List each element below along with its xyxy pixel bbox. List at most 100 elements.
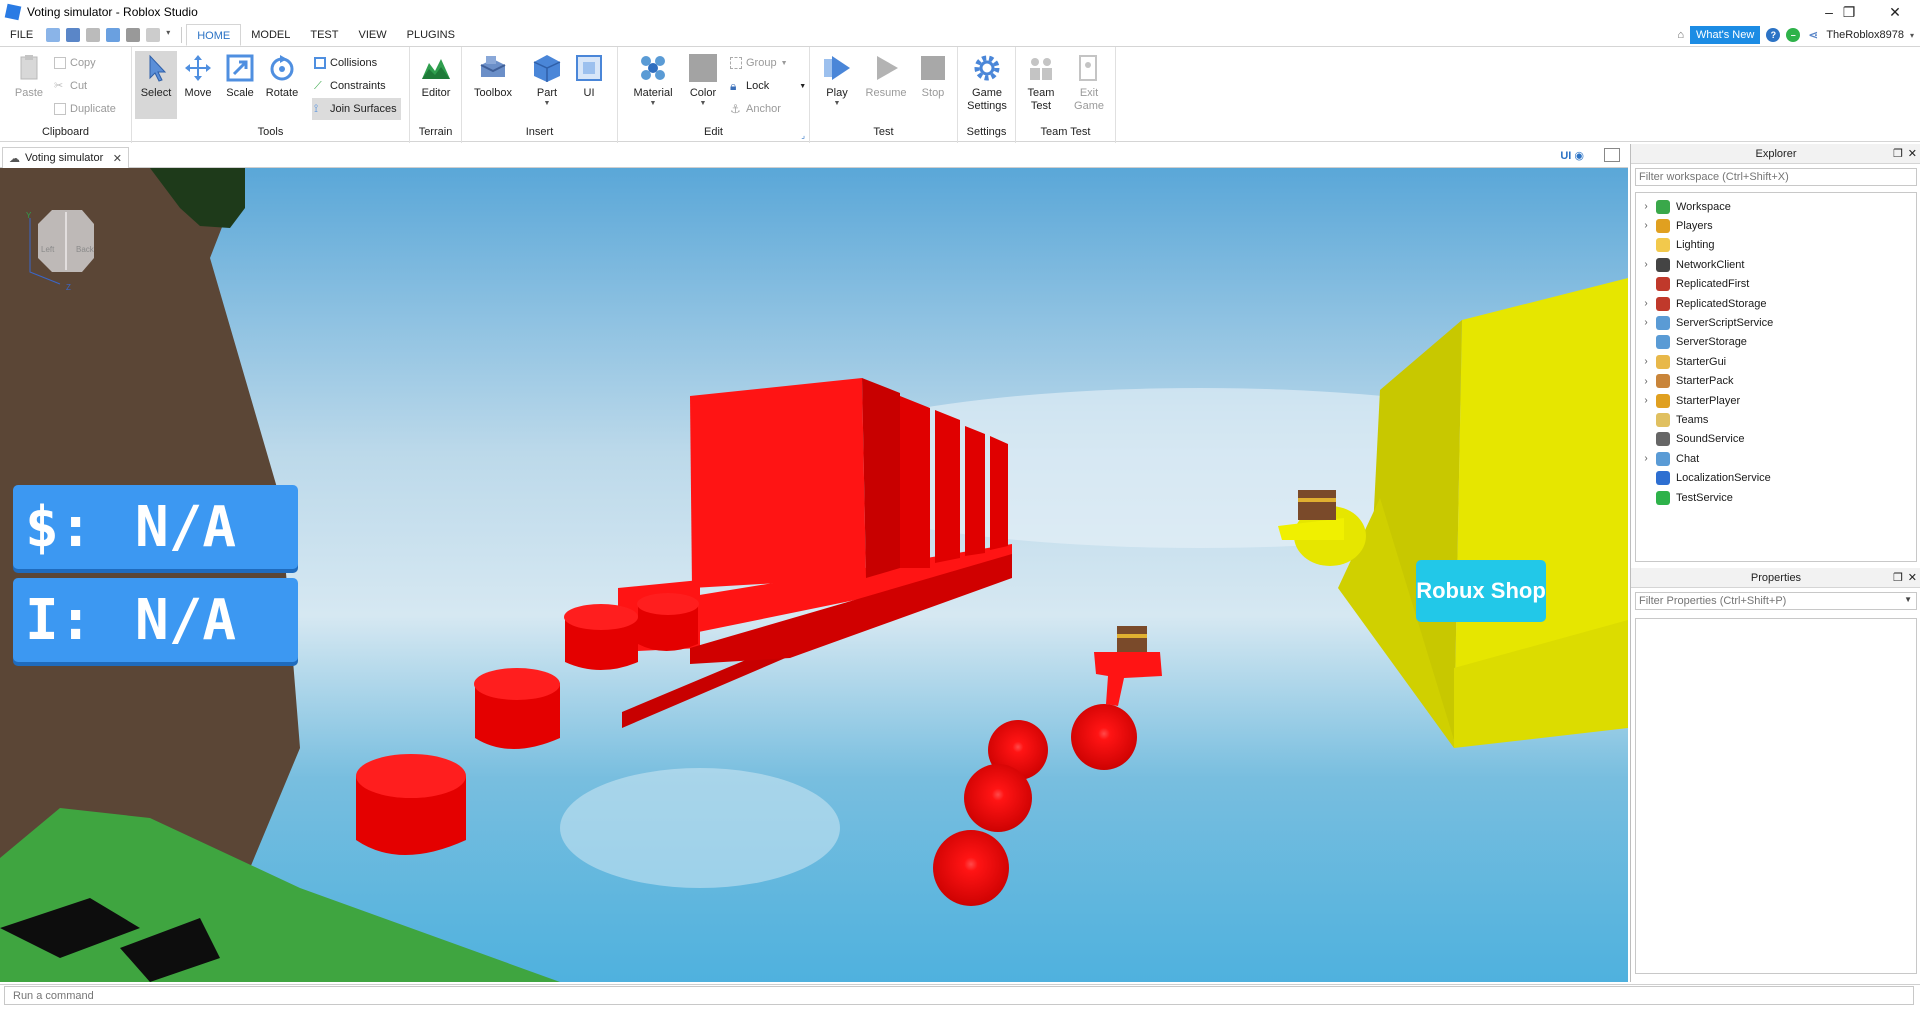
part-dropdown-icon[interactable]: ▼ <box>526 100 568 107</box>
color-button[interactable]: Color ▼ <box>682 51 724 117</box>
quick-access-dropdown-icon[interactable]: ▾ <box>166 28 175 42</box>
new-file-icon[interactable] <box>46 28 61 42</box>
document-tab-voting-simulator[interactable]: ☁ Voting simulator ✕ <box>2 147 129 168</box>
tab-test[interactable]: TEST <box>300 24 348 46</box>
paste-icon <box>14 53 44 83</box>
resume-button[interactable]: Resume <box>862 51 910 117</box>
explorer-item-localizationservice[interactable]: LocalizationService <box>1636 469 1771 488</box>
explorer-item-soundservice[interactable]: SoundService <box>1636 430 1745 449</box>
toolbox-icon <box>478 53 508 83</box>
explorer-item-players[interactable]: › Players <box>1636 216 1713 235</box>
explorer-item-replicatedstorage[interactable]: › ReplicatedStorage <box>1636 294 1767 313</box>
help-icon[interactable]: ? <box>1766 28 1781 42</box>
whats-new-button[interactable]: What's New <box>1689 26 1761 44</box>
publish-icon[interactable] <box>106 28 121 42</box>
explorer-item-teams[interactable]: Teams <box>1636 410 1708 429</box>
restore-button[interactable]: ❐ <box>1826 0 1872 24</box>
copy-button[interactable]: Copy <box>54 53 96 73</box>
explorer-item-starterpack[interactable]: › StarterPack <box>1636 372 1733 391</box>
move-tool-button[interactable]: Move <box>177 51 219 117</box>
material-button[interactable]: Material ▼ <box>628 51 678 117</box>
collisions-toggle[interactable]: Collisions <box>314 53 377 73</box>
redo-icon[interactable] <box>86 28 101 42</box>
explorer-item-serverstorage[interactable]: ServerStorage <box>1636 333 1747 352</box>
stop-button[interactable]: Stop <box>912 51 954 117</box>
command-input[interactable] <box>4 986 1914 1005</box>
color-dropdown-icon[interactable]: ▼ <box>682 100 724 107</box>
close-tab-icon[interactable]: ✕ <box>113 152 122 165</box>
expand-chevron-icon[interactable]: › <box>1636 453 1656 464</box>
play-button[interactable]: Play ▼ <box>816 51 858 117</box>
lock-dropdown-icon[interactable]: ▼ <box>799 83 806 90</box>
group-dropdown-icon[interactable]: ▼ <box>781 60 788 67</box>
explorer-filter-input[interactable] <box>1635 168 1917 186</box>
cut-button[interactable]: ✂ Cut <box>54 76 87 96</box>
explorer-item-workspace[interactable]: › Workspace <box>1636 197 1731 216</box>
tab-view[interactable]: VIEW <box>348 24 396 46</box>
robux-shop-button[interactable]: Robux Shop <box>1416 560 1546 622</box>
undo-icon[interactable] <box>146 28 161 42</box>
properties-filter-dropdown-icon[interactable]: ▼ <box>1904 595 1912 604</box>
expand-chevron-icon[interactable]: › <box>1636 298 1656 309</box>
save-icon[interactable] <box>126 28 141 42</box>
toolbox-button[interactable]: Toolbox <box>470 51 516 117</box>
expand-chevron-icon[interactable]: › <box>1636 395 1656 406</box>
collisions-icon <box>314 57 326 69</box>
group-button[interactable]: Group ▼ <box>730 53 788 73</box>
join-surfaces-toggle[interactable]: ⟟ Join Surfaces <box>312 98 401 120</box>
explorer-undock-icon[interactable]: ❐ <box>1893 144 1903 164</box>
explorer-item-replicatedfirst[interactable]: ReplicatedFirst <box>1636 275 1749 294</box>
expand-chevron-icon[interactable]: › <box>1636 259 1656 270</box>
open-icon[interactable] <box>66 28 81 42</box>
viewport-layout-icon[interactable] <box>1604 148 1620 162</box>
tab-plugins[interactable]: PLUGINS <box>397 24 465 46</box>
treasure-chest-icon <box>1117 626 1147 652</box>
expand-chevron-icon[interactable]: › <box>1636 356 1656 367</box>
explorer-item-label: ReplicatedStorage <box>1676 297 1767 310</box>
properties-filter-input[interactable] <box>1635 592 1917 610</box>
expand-chevron-icon[interactable]: › <box>1636 376 1656 387</box>
username[interactable]: TheRoblox8978 <box>1826 29 1904 41</box>
duplicate-button[interactable]: Duplicate <box>54 99 116 119</box>
status-icon[interactable]: – <box>1786 28 1801 42</box>
share-icon[interactable]: ⋖ <box>1806 28 1821 42</box>
terrain-icon <box>421 53 451 83</box>
explorer-item-chat[interactable]: › Chat <box>1636 449 1699 468</box>
close-button[interactable]: ✕ <box>1872 0 1918 24</box>
part-button[interactable]: Part ▼ <box>526 51 568 117</box>
play-dropdown-icon[interactable]: ▼ <box>816 100 858 107</box>
explorer-item-networkclient[interactable]: › NetworkClient <box>1636 255 1744 274</box>
explorer-item-starterplayer[interactable]: › StarterPlayer <box>1636 391 1740 410</box>
terrain-editor-button[interactable]: Editor <box>415 51 457 117</box>
rotate-tool-button[interactable]: Rotate <box>261 51 303 117</box>
material-dropdown-icon[interactable]: ▼ <box>628 100 678 107</box>
expand-chevron-icon[interactable]: › <box>1636 220 1656 231</box>
lock-button[interactable]: 🔒︎ Lock ▼ <box>730 76 806 96</box>
exit-game-button[interactable]: Exit Game <box>1068 51 1110 117</box>
explorer-item-lighting[interactable]: Lighting <box>1636 236 1715 255</box>
explorer-close-icon[interactable]: ✕ <box>1908 144 1917 164</box>
paste-button[interactable]: Paste <box>8 51 50 117</box>
team-test-button[interactable]: Team Test <box>1020 51 1062 117</box>
ui-visibility-toggle[interactable]: UI ◉ <box>1560 149 1584 162</box>
select-tool-button[interactable]: Select <box>135 51 177 119</box>
game-settings-button[interactable]: Game Settings <box>964 51 1010 117</box>
tab-home[interactable]: HOME <box>186 24 242 46</box>
user-dropdown-icon[interactable]: ▾ <box>1910 31 1914 40</box>
ui-insert-button[interactable]: UI <box>568 51 610 117</box>
expand-chevron-icon[interactable]: › <box>1636 201 1656 212</box>
explorer-item-startergui[interactable]: › StarterGui <box>1636 352 1726 371</box>
expand-chevron-icon[interactable]: › <box>1636 317 1656 328</box>
properties-undock-icon[interactable]: ❐ <box>1893 568 1903 588</box>
explorer-item-serverscriptservice[interactable]: › ServerScriptService <box>1636 313 1773 332</box>
collapse-ribbon-icon[interactable]: ⌂ <box>1677 29 1684 41</box>
file-menu[interactable]: FILE <box>0 24 43 46</box>
scale-tool-button[interactable]: Scale <box>219 51 261 117</box>
anchor-button[interactable]: ⚓︎ Anchor <box>730 99 781 119</box>
edit-settings-launcher-icon[interactable]: ⌟ <box>801 131 805 140</box>
tab-model[interactable]: MODEL <box>241 24 300 46</box>
properties-close-icon[interactable]: ✕ <box>1908 568 1917 588</box>
explorer-item-testservice[interactable]: TestService <box>1636 488 1733 507</box>
3d-viewport[interactable]: Left Back Y Z $: N/A I: N/A Robux Shop <box>0 168 1628 982</box>
constraints-toggle[interactable]: ⟋ Constraints <box>314 76 386 96</box>
